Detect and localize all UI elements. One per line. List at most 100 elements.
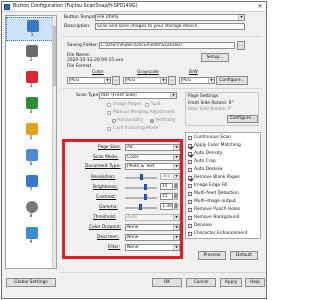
document-icon bbox=[26, 149, 38, 161]
checkbox-box bbox=[188, 167, 192, 172]
sidebar-item-label: 7 bbox=[29, 188, 33, 193]
window-title: Button Configuration (Fujitsu ScanSnap/f… bbox=[13, 4, 138, 9]
sidebar-item-label: 5 bbox=[29, 136, 33, 141]
split-checkbox[interactable]: Split bbox=[145, 102, 161, 107]
file-name-value: 2020-10-12-20-09-15.xxx bbox=[67, 58, 124, 63]
option-multi-feed-detection[interactable]: Multi-feed Detection bbox=[188, 191, 239, 196]
sidebar-item-1[interactable]: 1 bbox=[6, 17, 56, 41]
grayscale-format-options-button[interactable]: … bbox=[168, 76, 176, 85]
saving-folder-label: Saving Folder: bbox=[67, 43, 99, 48]
option-apply-color-matching[interactable]: Apply Color Matching bbox=[188, 143, 241, 148]
description-label: Description: bbox=[64, 24, 91, 29]
sidebar-item-label: 9 bbox=[29, 240, 33, 245]
checkbox-box bbox=[188, 135, 192, 140]
chevron-down-icon: ▼ bbox=[104, 78, 110, 83]
divider bbox=[62, 88, 262, 89]
manual-merge-checkbox[interactable]: Manual Merging Adjustment bbox=[107, 110, 175, 115]
sidebar-item-3[interactable]: 3 bbox=[6, 69, 56, 93]
apply-button[interactable]: Apply bbox=[220, 278, 242, 287]
configure-button[interactable]: Configure... bbox=[216, 76, 248, 85]
option-label: Continuous Scan bbox=[194, 135, 231, 140]
help-button[interactable]: Help bbox=[245, 278, 265, 287]
page-settings-configure-button[interactable]: Configure... bbox=[227, 115, 258, 123]
sidebar-item-label: 8 bbox=[29, 214, 33, 219]
scrollbar-thumb[interactable] bbox=[53, 26, 56, 86]
option-image-edge-fill[interactable]: Image Edge Fill bbox=[188, 183, 227, 188]
checkbox-box bbox=[188, 223, 192, 228]
scan-type-label: Scan Type: bbox=[76, 93, 100, 98]
checkbox-box bbox=[188, 143, 192, 148]
page-settings-label: Page Settings bbox=[188, 94, 219, 99]
sidebar-item-4[interactable]: 4 bbox=[6, 95, 56, 119]
app-icon bbox=[4, 4, 10, 10]
color-format-select[interactable]: JPEG ▼ bbox=[67, 77, 111, 84]
grayscale-format-value: JPEG bbox=[125, 78, 136, 83]
setup-button[interactable]: Setup... bbox=[201, 53, 229, 62]
option-label: Remove Punch Holes bbox=[194, 207, 241, 212]
option-remove-blank-pages[interactable]: Remove Blank Pages bbox=[188, 175, 240, 180]
sidebar-item-label: 1 bbox=[30, 33, 34, 38]
option-denoise[interactable]: Denoise bbox=[188, 223, 212, 228]
sidebar-item-2[interactable]: 2 bbox=[6, 43, 56, 67]
description-field[interactable]: Scan and save images to your storage dev… bbox=[95, 23, 245, 30]
option-character-enhancement[interactable]: Character Enhancement bbox=[188, 231, 247, 236]
option-remove-background[interactable]: Remove Background bbox=[188, 215, 239, 220]
sidebar-item-label: 2 bbox=[29, 58, 33, 63]
scanner-icon bbox=[26, 175, 38, 187]
chevron-down-icon: ▼ bbox=[170, 93, 176, 98]
manual-merge-label: Manual Merging Adjustment bbox=[113, 110, 175, 115]
sidebar-item-label: 4 bbox=[29, 110, 33, 115]
option-auto-density[interactable]: Auto Density bbox=[188, 151, 222, 156]
option-continuous-scan[interactable]: Continuous Scan bbox=[188, 135, 231, 140]
color-format-options-button[interactable]: … bbox=[112, 76, 120, 85]
option-label: Apply Color Matching bbox=[194, 143, 241, 148]
sidebar-item-6[interactable]: 6 bbox=[6, 147, 56, 171]
sidebar-item-9[interactable]: 9 bbox=[6, 225, 56, 249]
pdf-icon bbox=[26, 71, 38, 83]
global-settings-button[interactable]: Global Settings bbox=[6, 278, 56, 287]
option-remove-punch-holes[interactable]: Remove Punch Holes bbox=[188, 207, 240, 212]
gear-icon bbox=[26, 201, 38, 213]
email-icon bbox=[26, 97, 38, 109]
button-list[interactable]: 1 2 3 4 5 6 7 8 9 bbox=[5, 15, 57, 269]
scan-type-select[interactable]: ADF (Front Side) ▼ bbox=[99, 92, 177, 99]
card-scanning-checkbox[interactable]: Card Scanning Mode bbox=[107, 126, 158, 131]
checkbox-box bbox=[188, 183, 192, 188]
ok-button[interactable]: OK bbox=[152, 278, 182, 287]
option-auto-crop[interactable]: Auto Crop bbox=[188, 159, 216, 164]
option-label: Auto Density bbox=[194, 151, 223, 156]
option-multi-image-output[interactable]: Multi-image output bbox=[188, 199, 236, 204]
default-button[interactable]: Default bbox=[230, 251, 258, 260]
grayscale-format-select[interactable]: JPEG ▼ bbox=[123, 77, 167, 84]
title-bar: Button Configuration (Fujitsu ScanSnap/f… bbox=[2, 2, 266, 12]
browse-button[interactable]: … bbox=[237, 41, 245, 50]
template-select[interactable]: File Utility ▼ bbox=[95, 14, 245, 21]
preview-button[interactable]: Preview bbox=[198, 251, 226, 260]
vertically-radio[interactable] bbox=[150, 118, 155, 123]
saving-folder-field[interactable]: C:\Users\Public\Documents\ScanDoc\ bbox=[99, 42, 235, 49]
checkbox-box bbox=[188, 191, 192, 196]
bw-format-select[interactable]: JPEG ▼ bbox=[179, 77, 215, 84]
sidebar-item-5[interactable]: 5 bbox=[6, 121, 56, 145]
checkbox-box bbox=[107, 126, 111, 131]
image-pages-checkbox[interactable]: Image Pages bbox=[107, 102, 141, 107]
option-label: Auto Deskew bbox=[194, 167, 223, 172]
sidebar-scrollbar[interactable] bbox=[52, 16, 56, 268]
cancel-button[interactable]: Cancel bbox=[186, 278, 216, 287]
vertically-label: Vertically bbox=[155, 118, 176, 123]
close-icon[interactable]: ✕ bbox=[256, 3, 264, 10]
chevron-down-icon: ▼ bbox=[238, 15, 244, 20]
checkbox-box bbox=[188, 151, 192, 156]
option-auto-deskew[interactable]: Auto Deskew bbox=[188, 167, 223, 172]
checkbox-box bbox=[188, 175, 192, 180]
checkbox-box bbox=[188, 159, 192, 164]
options-list[interactable]: Continuous Scan Apply Color Matching Aut… bbox=[185, 132, 261, 239]
checkbox-box bbox=[107, 110, 111, 115]
sidebar-item-8[interactable]: 8 bbox=[6, 199, 56, 223]
horizontally-radio[interactable] bbox=[112, 118, 116, 123]
sidebar-item-label: 6 bbox=[29, 162, 33, 167]
checkbox-box bbox=[145, 102, 149, 107]
chevron-down-icon: ▼ bbox=[160, 78, 166, 83]
option-label: Character Enhancement bbox=[194, 231, 248, 236]
sidebar-item-7[interactable]: 7 bbox=[6, 173, 56, 197]
